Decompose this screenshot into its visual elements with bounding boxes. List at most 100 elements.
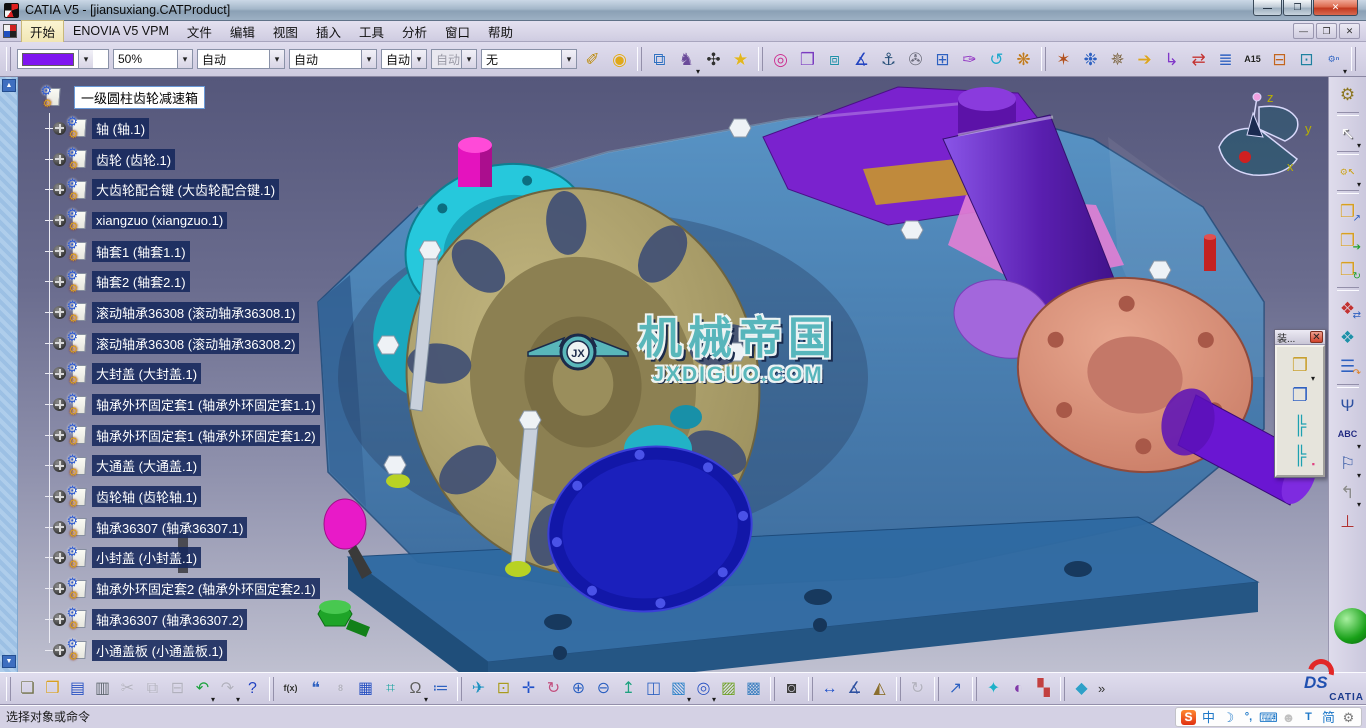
tree-item[interactable]: 轴套2 (轴套2.1) <box>22 266 362 297</box>
minimize-button[interactable] <box>1253 0 1282 16</box>
graphic-color-combo[interactable] <box>17 49 109 69</box>
quick-constraint-icon[interactable]: ⊞ <box>929 46 956 73</box>
tree-root-row[interactable]: 一级圆柱齿轮减速箱 <box>44 81 362 113</box>
reuse-pattern-icon[interactable]: ❋ <box>1010 46 1037 73</box>
bom-icon[interactable]: ☰↷ <box>1334 353 1361 380</box>
new-part-icon[interactable]: ✵ <box>1104 46 1131 73</box>
copy-icon[interactable]: ⧉ <box>140 676 165 701</box>
tree-item[interactable]: 大通盖 (大通盖.1) <box>22 451 362 482</box>
fix-constraint-icon[interactable]: ⚓ <box>875 46 902 73</box>
tree-item[interactable]: 小通盖板 (小通盖板.1) <box>22 635 362 666</box>
ime-punctuation-icon[interactable]: °, <box>1240 709 1257 726</box>
annotation-plane-icon[interactable]: ↰ <box>1334 479 1361 506</box>
line-weight-combo[interactable]: 自动 <box>197 49 285 69</box>
expand-icon[interactable] <box>53 183 66 196</box>
expand-icon[interactable] <box>53 551 66 564</box>
normal-view-icon[interactable]: ↥ <box>616 676 641 701</box>
manage-representations-icon[interactable]: ⊡ <box>1293 46 1320 73</box>
tree-item[interactable]: 滚动轴承36308 (滚动轴承36308.2) <box>22 328 362 359</box>
tree-item[interactable]: 滚动轴承36308 (滚动轴承36308.1) <box>22 297 362 328</box>
expand-icon[interactable] <box>53 122 66 135</box>
mdi-restore-button[interactable] <box>1316 23 1337 39</box>
rotate-icon[interactable]: ↻ <box>541 676 566 701</box>
menu-analyze[interactable]: 分析 <box>393 20 436 43</box>
tree-item[interactable]: 大齿轮配合键 (大齿轮配合键.1) <box>22 174 362 205</box>
knowledge-pattern-icon[interactable]: ♞ <box>673 46 700 73</box>
insert-part-icon[interactable]: ❐ <box>1285 380 1315 410</box>
tree-item[interactable]: 轴承36307 (轴承36307.2) <box>22 604 362 635</box>
toolbar-grip[interactable] <box>1041 47 1046 71</box>
menu-start[interactable]: 开始 <box>21 20 64 43</box>
menu-help[interactable]: 帮助 <box>479 20 522 43</box>
undo-icon[interactable]: ↶ <box>190 676 215 701</box>
paste-icon[interactable]: ⊟ <box>165 676 190 701</box>
knowledge-graph-icon[interactable]: ⌗ <box>378 676 403 701</box>
painter-icon[interactable]: ✐ <box>579 46 606 73</box>
comment-icon[interactable]: ❝ <box>303 676 328 701</box>
toolbar-grip[interactable] <box>896 677 901 701</box>
menu-window[interactable]: 窗口 <box>436 20 479 43</box>
toolbar-grip[interactable] <box>1351 47 1356 71</box>
instantiate-component-icon[interactable]: ⧉ <box>646 46 673 73</box>
ime-simplified-icon[interactable]: 简 <box>1320 709 1337 726</box>
fit-all-icon[interactable]: ⊡ <box>491 676 516 701</box>
expand-icon[interactable] <box>53 459 66 472</box>
measure-between-icon[interactable]: ↔ <box>817 676 842 701</box>
enhanced-scene-icon[interactable]: ✦ <box>981 676 1006 701</box>
expand-icon[interactable] <box>53 153 66 166</box>
close-icon[interactable] <box>1310 331 1323 343</box>
point-symbol-combo[interactable]: 自动 <box>381 49 427 69</box>
restore-button[interactable] <box>1283 0 1312 16</box>
3d-viewport[interactable]: 一级圆柱齿轮减速箱 轴 (轴.1) 齿轮 (齿轮.1) <box>18 77 1328 672</box>
ime-skin-icon[interactable]: T <box>1300 709 1317 726</box>
toolbar-grip[interactable] <box>269 677 274 701</box>
catalog-open-icon[interactable]: ❒↗ <box>1334 198 1361 225</box>
tree-scroll-strip[interactable]: ▲ ▼ <box>0 77 18 672</box>
tree-item[interactable]: 轴承外环固定套2 (轴承外环固定套2.1) <box>22 573 362 604</box>
mdi-close-button[interactable] <box>1339 23 1360 39</box>
assembly-cubes-icon[interactable]: ❖ <box>1334 324 1361 351</box>
sogou-logo-icon[interactable]: S <box>1180 709 1197 726</box>
graph-tree-reorder-icon[interactable]: ≣ <box>1212 46 1239 73</box>
mdi-minimize-button[interactable] <box>1293 23 1314 39</box>
explode-assembly-icon[interactable]: ↗ <box>943 676 968 701</box>
fly-mode-icon[interactable]: ✈ <box>466 676 491 701</box>
expand-icon[interactable] <box>53 582 66 595</box>
new-document-icon[interactable]: ❏ <box>15 676 40 701</box>
menu-enovia[interactable]: ENOVIA V5 VPM <box>64 22 178 40</box>
replace-component-icon[interactable]: ⇄ <box>1185 46 1212 73</box>
update-all-icon[interactable]: ⚙ <box>1334 81 1361 108</box>
multi-view-icon[interactable]: ◫ <box>641 676 666 701</box>
save-icon[interactable]: ▤ <box>65 676 90 701</box>
expand-icon[interactable] <box>53 398 66 411</box>
menu-edit[interactable]: 编辑 <box>221 20 264 43</box>
expand-icon[interactable] <box>53 245 66 258</box>
offset-constraint-icon[interactable]: ⧈ <box>821 46 848 73</box>
tree-item[interactable]: 齿轮轴 (齿轮轴.1) <box>22 481 362 512</box>
expand-icon[interactable] <box>53 613 66 626</box>
toolbar-grip[interactable] <box>6 47 11 71</box>
lock-icon[interactable]: Ω <box>403 676 428 701</box>
smart-move-icon[interactable]: ★ <box>727 46 754 73</box>
layer-filter-icon[interactable]: ◆ <box>1069 676 1094 701</box>
tree-item[interactable]: xiangzuo (xiangzuo.1) <box>22 205 362 236</box>
flag-note-icon[interactable]: ⚐ <box>1334 450 1361 477</box>
toolbar-grip[interactable] <box>1060 677 1065 701</box>
product-structure-icon[interactable]: ❖⇄ <box>1334 295 1361 322</box>
menu-tools[interactable]: 工具 <box>350 20 393 43</box>
toolbar-overflow-chevron[interactable]: » <box>1098 681 1105 696</box>
expand-icon[interactable] <box>53 337 66 350</box>
expand-icon[interactable] <box>53 306 66 319</box>
toolbar-grip[interactable] <box>770 677 775 701</box>
existing-component-positioned-icon[interactable]: ↳ <box>1158 46 1185 73</box>
menu-insert[interactable]: 插入 <box>307 20 350 43</box>
hide-show-icon[interactable]: ▨ <box>716 676 741 701</box>
rotation-icon[interactable]: ↻ <box>905 676 930 701</box>
tree-item[interactable]: 大封盖 (大封盖.1) <box>22 359 362 390</box>
toolbar-grip[interactable] <box>457 677 462 701</box>
cut-icon[interactable]: ✂ <box>115 676 140 701</box>
dropdown-button[interactable] <box>269 50 284 68</box>
ime-account-icon[interactable]: ☻ <box>1280 709 1297 726</box>
expand-icon[interactable] <box>53 367 66 380</box>
toolbar-grip[interactable] <box>637 47 642 71</box>
